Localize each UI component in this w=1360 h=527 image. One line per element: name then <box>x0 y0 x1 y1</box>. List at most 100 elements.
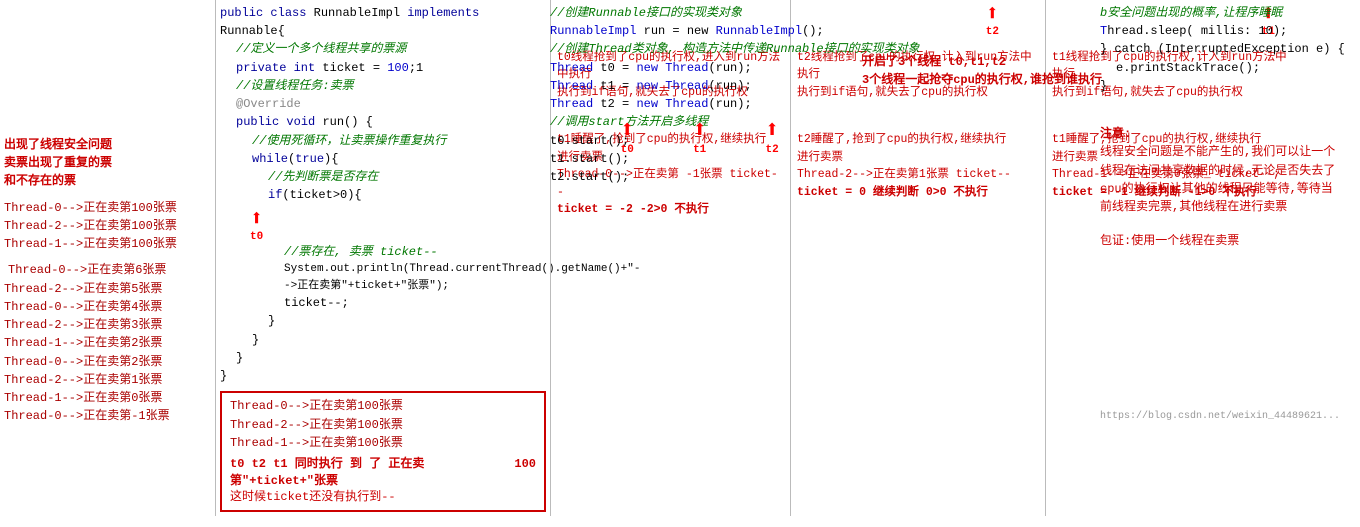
close2: } <box>220 331 546 349</box>
classname: RunnableImpl <box>314 6 408 20</box>
thread-line-4: Thread-0-->正在卖第6张票 <box>4 261 211 279</box>
kw-implements: implements <box>407 6 479 20</box>
comment5: //票存在, 卖票 ticket-- <box>220 243 546 261</box>
url-text: https://blog.csdn.net/weixin_44489621... <box>1100 411 1355 422</box>
top-arrow-t2-icon: ⬆ <box>765 120 779 144</box>
note2: 线程在访问共享数据的时候,无论是否失去了 <box>1100 162 1355 180</box>
sleep-code: hread.sleep( millis: 10); <box>1107 24 1287 38</box>
kw-private: private <box>236 61 294 75</box>
note3: cpu的执行权让其他的线程只能等待,等待当 <box>1100 180 1355 198</box>
right-line1: RunnableImpl run = new RunnableImpl(); <box>550 22 920 40</box>
thread-line-5: Thread-2-->正在卖第5张票 <box>4 280 211 298</box>
right-new-class: RunnableImpl <box>716 24 802 38</box>
right-thread-kw2: Thread <box>550 79 593 93</box>
right-new-thread1: new Thread <box>636 79 708 93</box>
right-t2-line: Thread t2 = new Thread(run); <box>550 95 920 113</box>
kw-while: while <box>252 152 288 166</box>
while-line: while(true){ <box>220 150 546 168</box>
t2-result: ticket = 0 继续判断 0>0 不执行 <box>797 184 1039 201</box>
close4: } <box>220 367 546 385</box>
top-arrow-t2: ⬆ t2 <box>765 120 779 156</box>
method-line: public void run() { <box>220 113 546 131</box>
arrow-t2-icon: ⬆ <box>986 4 999 26</box>
thread-line-0: Thread-0-->正在卖第100张票 <box>4 199 211 217</box>
top-arrow-t0: ⬆ t0 <box>620 120 634 156</box>
far-right-notes: b安全问题出现的概率,让程序睡眠 Thread.sleep( millis: 1… <box>1100 4 1355 422</box>
arrow-t0-group: ⬆ t0 <box>250 209 546 243</box>
box-annotation2: 这时候ticket还没有执行到-- <box>230 488 536 506</box>
method-name: run() { <box>322 115 372 129</box>
catch-line: } catch (InterruptedException e) { <box>1100 40 1355 58</box>
box-number: 100 <box>514 457 536 471</box>
right-thread-kw3: Thread <box>550 97 593 111</box>
problem-title: 出现了线程安全问题 <box>4 136 211 154</box>
override-line: @Override <box>220 95 546 113</box>
thread-line-1: Thread-2-->正在卖第100张票 <box>4 217 211 235</box>
comment3: //使用死循环，让卖票操作重复执行 <box>220 132 546 150</box>
top-arrow-t0-lbl: t0 <box>621 144 634 156</box>
right-new-thread2: new Thread <box>636 97 708 111</box>
top-arrow-t2-lbl: t2 <box>766 144 779 156</box>
ticket-dec-line: ticket--; <box>220 294 546 312</box>
arrow-t2-group: ⬆ t2 <box>986 4 999 38</box>
stacktrace-line: e.printStackTrace(); <box>1100 59 1355 77</box>
while-brace: ){ <box>324 152 338 166</box>
left-sidebar: 出现了线程安全问题 卖票出现了重复的票 和不存在的票 Thread-0-->正在… <box>0 0 215 516</box>
sleep-code-line: Thread.sleep( millis: 10); <box>1100 22 1355 40</box>
comment2: //设置线程任务:卖票 <box>220 77 546 95</box>
right-annotation2: 3个线程一起抢夺cpu的执行权,谁抢到谁执行 <box>862 70 1102 87</box>
thread-line-11: Thread-1-->正在卖第0张票 <box>4 389 211 407</box>
kw-void: void <box>286 115 322 129</box>
annotation2-text: 3个线程一起抢夺cpu的执行权,谁抢到谁执行 <box>862 73 1102 87</box>
kw-public2: public <box>236 115 286 129</box>
right-run-assign: run = new <box>636 24 715 38</box>
guarantee-text: 包证:使用一个线程在卖票 <box>1100 232 1355 250</box>
top-arrow-t1-icon: ⬆ <box>692 120 706 144</box>
top-arrow-t1: ⬆ t1 <box>692 120 706 156</box>
class-decl: public class RunnableImpl implements Run… <box>220 4 546 40</box>
thread-line-8: Thread-1-->正在卖第2张票 <box>4 334 211 352</box>
arrow-t0-icon: ⬆ <box>250 209 263 231</box>
thread-line-10: Thread-2-->正在卖第1张票 <box>4 371 211 389</box>
right-annotation1: 开启了3个线程 t0,t1,t2 <box>862 52 1062 69</box>
note1: 线程安全问题是不能产生的,我们可以让一个 <box>1100 143 1355 161</box>
arrow-t2-label: t2 <box>986 26 999 38</box>
right-code-section: //创建Runnable接口的实现类对象 RunnableImpl run = … <box>550 4 920 186</box>
field-line: private int ticket = 100;1 <box>220 59 546 77</box>
thread-line-12: Thread-0-->正在卖第-1张票 <box>4 407 211 425</box>
red-highlight-box: Thread-0-->正在卖第100张票 Thread-2-->正在卖第100张… <box>220 391 546 512</box>
kw-true: true <box>295 152 324 166</box>
thread-line-7: Thread-2-->正在卖第3张票 <box>4 316 211 334</box>
page-container: 出现了线程安全问题 卖票出现了重复的票 和不存在的票 Thread-0-->正在… <box>0 0 1360 516</box>
t0-result: ticket = -2 -2>0 不执行 <box>557 201 784 218</box>
right-class-name: RunnableImpl <box>550 24 636 38</box>
right-paren: (); <box>802 24 824 38</box>
close1: } <box>220 312 546 330</box>
box-annotation: t0 t2 t1 同时执行 到 了 正在卖第"+ticket+"张票 <box>230 454 510 488</box>
box-annotation-row: t0 t2 t1 同时执行 到 了 正在卖第"+ticket+"张票 100 <box>230 454 536 488</box>
problem-desc1: 卖票出现了重复的票 <box>4 154 211 172</box>
comment4: //先判断票是否存在 <box>220 168 546 186</box>
problem-desc2: 和不存在的票 <box>4 172 211 190</box>
top-arrow-t1-lbl: t1 <box>693 144 706 156</box>
right-thread-kw: Thread <box>550 61 593 75</box>
kw-if: if <box>268 188 282 202</box>
note-title: 注意: <box>1100 125 1355 143</box>
arrow-t0-label: t0 <box>250 231 263 243</box>
code-column: public class RunnableImpl implements Run… <box>215 0 550 516</box>
kw-public: public <box>220 6 270 20</box>
note4: 前线程卖完票,其他线程在进行卖票 <box>1100 198 1355 216</box>
thread-line-9: Thread-0-->正在卖第2张票 <box>4 353 211 371</box>
sysout-line: System.out.println(Thread.currentThread(… <box>220 261 546 294</box>
close3: } <box>220 349 546 367</box>
comment1: //定义一个多个线程共享的票源 <box>220 40 546 58</box>
thread-line-2: Thread-1-->正在卖第100张票 <box>4 235 211 253</box>
if-cond: (ticket>0){ <box>282 188 361 202</box>
box-line1: Thread-0-->正在卖第100张票 <box>230 397 536 415</box>
annotation1-text: 开启了3个线程 t0,t1,t2 <box>862 55 1006 69</box>
field-value: 100 <box>387 61 409 75</box>
if-line: if(ticket>0){ <box>220 186 546 204</box>
kw-int: int <box>294 61 323 75</box>
top-arrows-row: ⬆ t0 ⬆ t1 ⬆ t2 <box>620 120 779 156</box>
top-arrow-t0-icon: ⬆ <box>620 120 634 144</box>
